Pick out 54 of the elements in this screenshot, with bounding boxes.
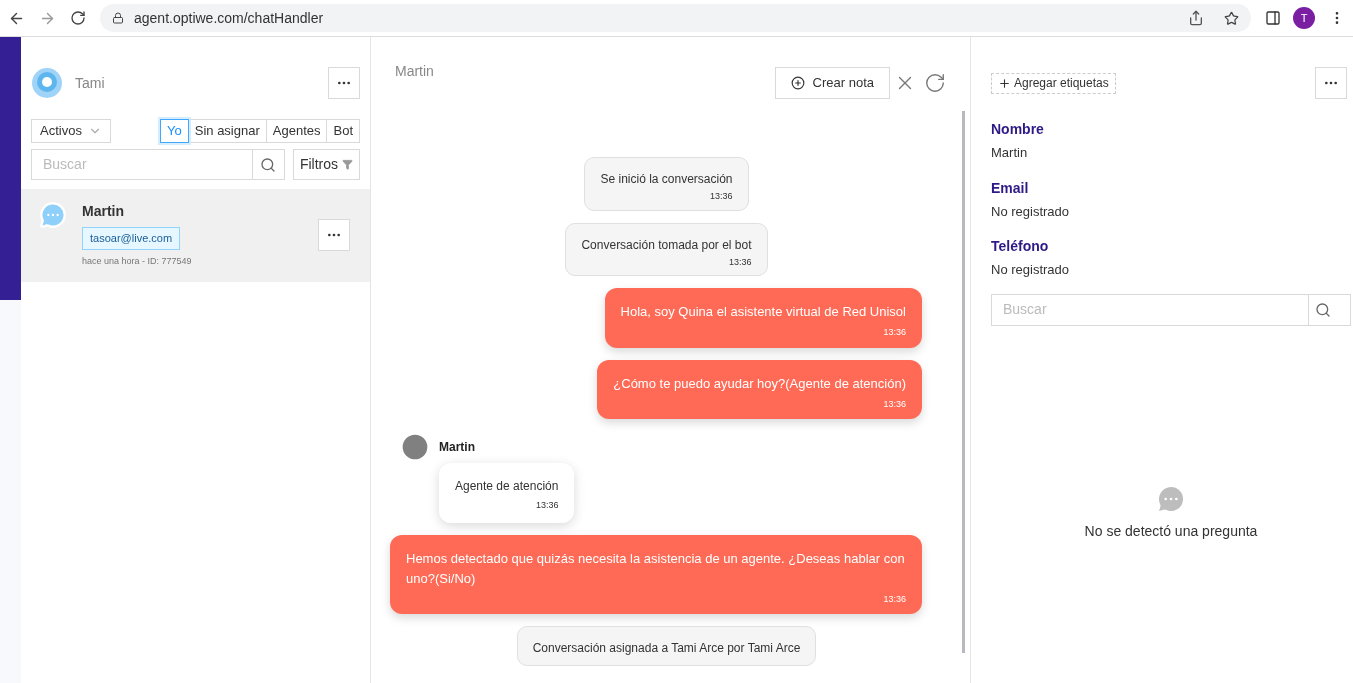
contact-name: Martin: [82, 202, 124, 221]
share-icon[interactable]: [1188, 10, 1204, 26]
url-text: agent.optiwe.com/chatHandler: [134, 8, 324, 28]
bookmark-star-icon[interactable]: [1224, 10, 1239, 26]
add-tags-button[interactable]: Agregar etiquetas: [991, 72, 1116, 94]
conversation-meta: hace una hora - ID: 777549: [82, 254, 192, 268]
sender-name: Martin: [439, 439, 475, 456]
message-text: Hemos detectado que quizás necesita la asistencia de un agente. ¿Deseas hablar con uno?(Si/No): [406, 549, 906, 588]
profile-avatar[interactable]: T: [1293, 7, 1315, 29]
field-value: Martin: [991, 144, 1029, 162]
filters-button[interactable]: Filtros: [292, 149, 360, 180]
filter-tab[interactable]: Bot: [326, 119, 360, 143]
message-time: 13:36: [882, 326, 906, 339]
create-note-button[interactable]: Crear nota: [774, 67, 890, 99]
empty-state-text: No se detectó una pregunta: [1084, 521, 1258, 541]
reload-icon[interactable]: [70, 10, 86, 26]
logo-icon: [31, 67, 63, 99]
plus-circle-icon: [790, 76, 805, 90]
field-label: Teléfono: [991, 237, 1050, 256]
field-label: Email: [991, 178, 1030, 198]
search-button[interactable]: [252, 149, 285, 180]
plus-icon: [998, 76, 1011, 90]
search-field[interactable]: Buscar: [991, 293, 1309, 326]
message-text: ¿Cómo te puedo ayudar hoy?(Agente de atención): [613, 374, 906, 393]
field-value: No registrado: [991, 261, 1071, 279]
message-time: 13:36: [882, 397, 906, 411]
refresh-icon[interactable]: [924, 72, 946, 94]
search-icon[interactable]: [1315, 301, 1331, 318]
lock-icon: [112, 12, 124, 24]
scrollbar-thumb[interactable]: [962, 111, 965, 653]
chat-bubble-icon: [39, 201, 67, 229]
address-bar[interactable]: agent.optiwe.com/chatHandler: [100, 4, 1251, 32]
field-label: Nombre: [991, 120, 1045, 139]
avatar-icon: [399, 431, 431, 463]
message-text: Conversación asignada a Tami Arce por Tami Arce: [532, 640, 801, 657]
field-value: No registrado: [991, 202, 1071, 221]
status-dropdown[interactable]: Activos: [31, 119, 111, 143]
email-tag: tasoar@live.com: [82, 227, 181, 250]
message-text: Conversación tomada por el bot: [581, 236, 752, 254]
filter-tab[interactable]: Agentes: [265, 119, 328, 143]
side-panel-icon[interactable]: [1265, 10, 1281, 26]
conversation-item[interactable]: Martin tasoar@live.com hace una hora - ID: 777549: [21, 189, 370, 282]
message-time: 13:36: [728, 255, 752, 269]
message-time: 13:36: [534, 499, 559, 512]
search-icon: [260, 156, 277, 173]
message-text: Agente de atención: [455, 478, 559, 495]
message-time: 13:36: [882, 592, 906, 606]
search-field[interactable]: Buscar: [31, 149, 253, 180]
filter-icon: [342, 159, 353, 170]
chat-contact-name: Martin: [395, 62, 434, 81]
message-time: 13:36: [709, 190, 733, 203]
message-text: Hola, soy Quina el asistente virtual de Red Unisol: [620, 303, 906, 321]
message-text: Se inició la conversación: [600, 171, 733, 188]
agent-name: Tami: [75, 73, 105, 93]
